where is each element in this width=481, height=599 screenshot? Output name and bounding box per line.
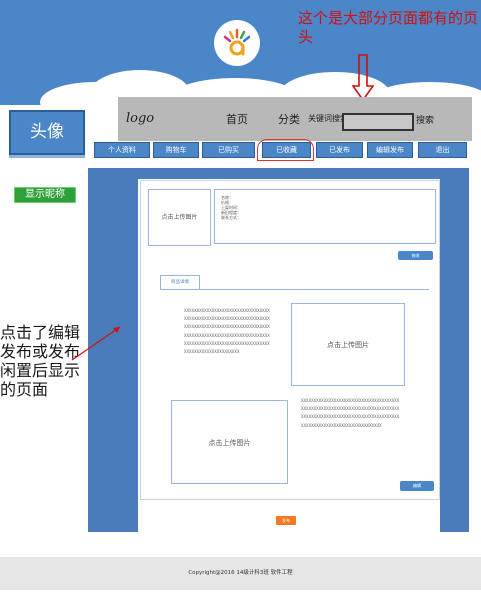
sketch-search-button: 搜索 <box>416 116 435 126</box>
modify-button[interactable]: 修改 <box>398 251 433 260</box>
down-arrow-icon <box>352 54 374 102</box>
edit-button[interactable]: 编辑 <box>400 481 434 491</box>
upload-image-box[interactable]: 点击上传图片 <box>171 400 288 484</box>
header-sketch: logo 首页 分类 关键词搜索 搜索 <box>118 97 472 141</box>
description-text: XXXXXXXXXXXXXXXXXXXXXXXXXXXXXXXXXXXXXXXX… <box>301 398 400 428</box>
logo-icon <box>223 28 251 56</box>
footer: Copyright@2016 14级计科3班 软件工程 <box>0 557 481 590</box>
sketch-logo: logo <box>126 111 155 126</box>
tab-product-detail[interactable]: 商品详情 <box>160 275 200 290</box>
sketch-category: 分类 <box>278 113 300 126</box>
nav-purchased[interactable]: 已购买 <box>202 142 255 158</box>
product-info-box: 名称： 价格： 上架时间： 新旧程度： 联系方式： <box>214 189 436 244</box>
upload-image-label: 点击上传图片 <box>161 214 198 221</box>
info-contact: 联系方式： <box>221 215 241 220</box>
upload-image-box[interactable]: 点击上传图片 <box>148 189 211 246</box>
site-logo[interactable] <box>214 20 260 66</box>
upload-image-label: 点击上传图片 <box>208 439 251 447</box>
nav-published[interactable]: 已发布 <box>316 142 363 158</box>
tab-divider <box>160 289 429 290</box>
upload-image-label: 点击上传图片 <box>327 341 369 349</box>
avatar[interactable]: 头像 <box>9 110 85 155</box>
publish-button[interactable]: 发布 <box>276 516 296 525</box>
nickname-label: 显示昵称 <box>14 187 76 203</box>
description-text: XXXXXXXXXXXXXXXXXXXXXXXXXXXXXXXXXXXXXXXX… <box>184 308 270 355</box>
upload-image-box[interactable]: 点击上传图片 <box>291 303 405 386</box>
nav-edit-publish[interactable]: 编辑发布 <box>367 142 413 158</box>
avatar-shadow <box>9 155 85 158</box>
sketch-home: 首页 <box>226 113 248 126</box>
nav-profile[interactable]: 个人资料 <box>94 142 150 158</box>
nav-cart[interactable]: 购物车 <box>153 142 199 158</box>
sketch-search-box <box>342 113 414 131</box>
nav-logout[interactable]: 退出 <box>418 142 467 158</box>
selected-highlight <box>257 139 314 161</box>
header-annotation: 这个是大部分页面都有的页头 <box>298 9 479 46</box>
pointer-arrow-icon <box>71 326 121 361</box>
